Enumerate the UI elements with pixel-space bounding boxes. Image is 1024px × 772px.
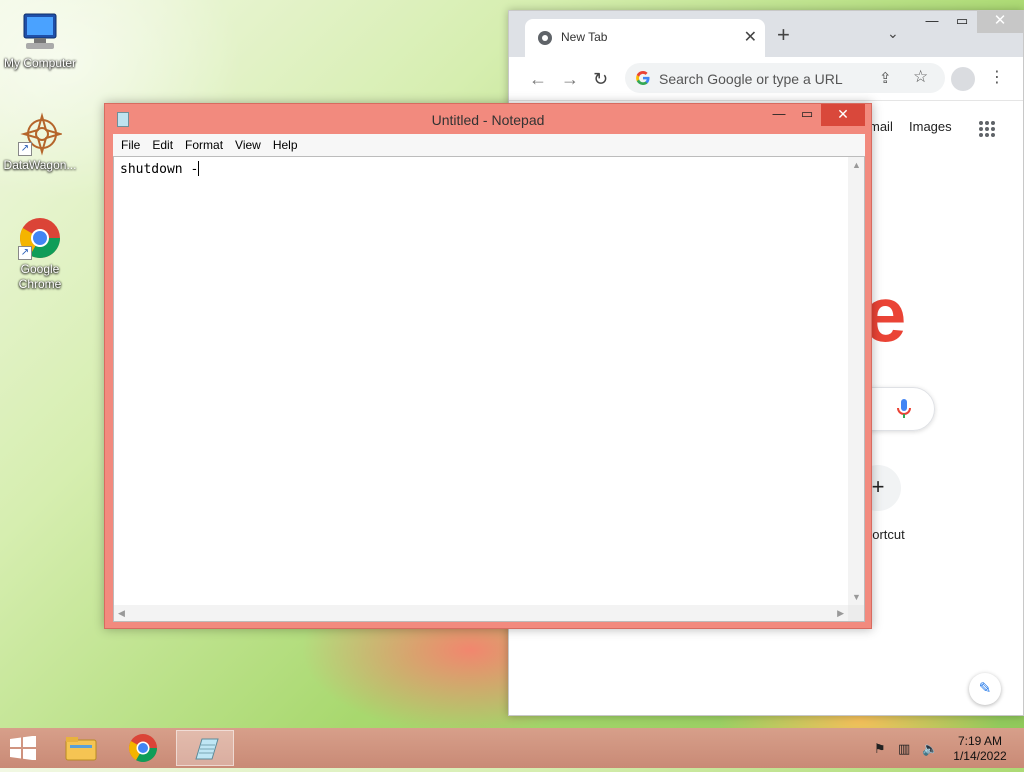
maximize-icon[interactable]: ▭: [793, 104, 821, 126]
chrome-icon: [129, 734, 157, 762]
share-icon[interactable]: ⇪: [879, 69, 892, 87]
system-clock[interactable]: 7:19 AM 1/14/2022: [950, 734, 1010, 764]
taskbar: ⚑ ▥ 🔈 7:19 AM 1/14/2022: [0, 728, 1024, 768]
notepad-icon: [195, 738, 219, 760]
menu-format[interactable]: Format: [179, 138, 229, 152]
vertical-scrollbar[interactable]: ▲ ▼: [848, 157, 864, 605]
window-title: Untitled - Notepad: [431, 112, 545, 128]
windows-logo-icon: [10, 735, 36, 761]
scroll-right-arrow-icon[interactable]: ▶: [837, 608, 844, 619]
close-icon[interactable]: ✕: [977, 11, 1023, 33]
computer-icon: [18, 10, 62, 54]
start-button[interactable]: [8, 735, 38, 761]
tab-title: New Tab: [561, 30, 608, 44]
tab-search-chevron-icon[interactable]: ⌄: [887, 25, 899, 42]
scrollbar-corner: [848, 605, 864, 621]
horizontal-scrollbar[interactable]: ◀ ▶: [114, 605, 848, 621]
forward-arrow-icon[interactable]: →: [561, 69, 579, 90]
clock-time: 7:19 AM: [957, 734, 1003, 748]
editor-text-line: shutdown -: [120, 161, 200, 177]
google-g-icon: [635, 70, 651, 91]
chrome-icon: ↗: [18, 216, 62, 260]
notepad-titlebar[interactable]: Untitled - Notepad — ▭ ✕: [105, 104, 871, 134]
customize-pencil-icon[interactable]: ✎: [969, 673, 1001, 705]
close-icon[interactable]: ✕: [821, 104, 865, 126]
reload-icon[interactable]: ↻: [593, 69, 608, 90]
google-apps-icon[interactable]: [979, 121, 995, 137]
omnibox[interactable]: Search Google or type a URL ⇪ ☆: [625, 63, 945, 93]
minimize-icon[interactable]: —: [917, 11, 947, 33]
tab-close-icon[interactable]: ✕: [744, 27, 757, 47]
clock-date: 1/14/2022: [953, 749, 1007, 763]
desktop-icon-label: DataWagon...: [3, 158, 77, 172]
tab-new-tab[interactable]: New Tab ✕: [525, 19, 765, 57]
new-tab-button[interactable]: +: [777, 22, 790, 48]
datawagon-icon: ↗: [18, 112, 64, 156]
bookmark-star-icon[interactable]: ☆: [913, 67, 928, 87]
scroll-up-arrow-icon[interactable]: ▲: [852, 160, 861, 170]
maximize-icon[interactable]: ▭: [947, 11, 977, 33]
shortcut-arrow-icon: ↗: [18, 142, 32, 156]
desktop-icon-google-chrome[interactable]: ↗ Google Chrome: [0, 216, 80, 292]
chrome-window-controls: — ▭ ✕: [917, 11, 1023, 33]
volume-muted-icon[interactable]: 🔈: [922, 741, 938, 757]
scroll-down-arrow-icon[interactable]: ▼: [852, 592, 861, 602]
action-center-flag-icon[interactable]: ⚑: [874, 741, 886, 757]
taskbar-chrome[interactable]: [114, 730, 172, 766]
network-icon[interactable]: ▥: [898, 741, 910, 757]
menu-edit[interactable]: Edit: [146, 138, 179, 152]
minimize-icon[interactable]: —: [765, 104, 793, 126]
omnibox-placeholder: Search Google or type a URL: [659, 71, 843, 87]
chrome-toolbar: ← → ↻ Search Google or type a URL ⇪ ☆ ⋮: [509, 57, 1023, 101]
chrome-tab-strip: New Tab ✕ + ⌄ — ▭ ✕: [509, 11, 1023, 57]
file-explorer-icon: [65, 737, 97, 761]
desktop-icon-datawagon[interactable]: ↗ DataWagon...: [0, 112, 80, 173]
notepad-window[interactable]: Untitled - Notepad — ▭ ✕ File Edit Forma…: [104, 103, 872, 629]
taskbar-file-explorer[interactable]: [52, 730, 110, 766]
menu-kebab-icon[interactable]: ⋮: [989, 67, 1005, 87]
scroll-left-arrow-icon[interactable]: ◀: [118, 608, 125, 619]
text-caret: [198, 161, 200, 176]
microphone-icon[interactable]: [897, 399, 911, 424]
text-editor-area[interactable]: shutdown - ▲ ▼ ◀ ▶: [113, 156, 865, 622]
menu-bar: File Edit Format View Help: [113, 134, 865, 156]
taskbar-notepad[interactable]: [176, 730, 234, 766]
shortcut-arrow-icon: ↗: [18, 246, 32, 260]
desktop-icon-my-computer[interactable]: My Computer: [0, 10, 80, 71]
menu-file[interactable]: File: [115, 138, 146, 152]
desktop-icon-label-line2: Chrome: [18, 277, 62, 291]
menu-help[interactable]: Help: [267, 138, 304, 152]
menu-view[interactable]: View: [229, 138, 267, 152]
desktop-icon-label: My Computer: [3, 56, 77, 70]
profile-avatar-icon[interactable]: [951, 67, 975, 91]
images-link[interactable]: Images: [909, 119, 952, 134]
editor-text: shutdown -: [120, 162, 199, 177]
desktop-icon-label-line1: Google: [20, 262, 60, 276]
gmail-link[interactable]: mail: [869, 119, 893, 134]
chrome-favicon-icon: [537, 30, 553, 46]
notepad-window-controls: — ▭ ✕: [765, 104, 865, 126]
back-arrow-icon[interactable]: ←: [529, 69, 547, 90]
